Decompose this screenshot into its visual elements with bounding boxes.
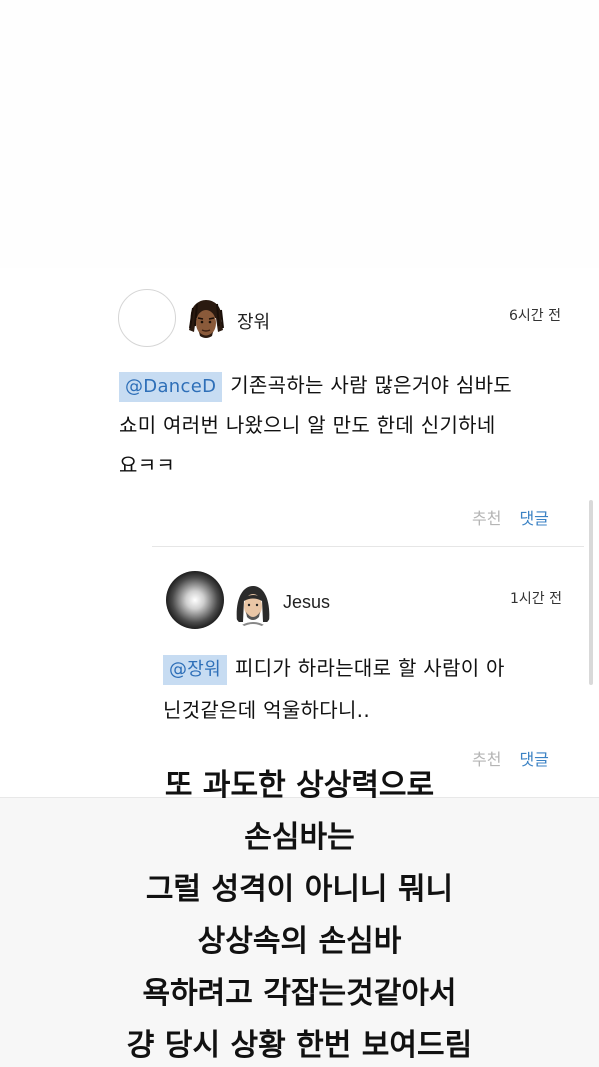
caption-line: 손심바는 [244,820,355,855]
caption-line: 그럴 성격이 아니니 뭐니 [145,872,454,907]
caption-line: 걍 당시 상황 한번 보여드림 [126,1028,473,1063]
comment-text-line: 기존곡하는 사람 많은거야 심바도 [230,373,513,397]
comment-text-line: 닌것같은데 억울하다니.. [163,698,370,722]
recommend-button[interactable]: 추천 [472,509,501,528]
reply-button[interactable]: 댓글 [519,509,548,528]
user-avatar-icon [236,586,270,627]
divider [152,546,584,547]
comment-text-line: 피디가 하라는대로 할 사람이 아 [235,656,505,680]
comment-author[interactable]: Jesus [283,592,330,613]
comment-author[interactable]: 장워 [237,308,270,334]
caption-line: 또 과도한 상상력으로 [164,768,435,803]
comment-text-line: 쇼미 여러번 나왔으니 알 만도 한데 신기하네 [119,413,496,437]
scrollbar[interactable] [589,500,593,685]
comment-body: @장워 피디가 하라는대로 할 사람이 아 닌것같은데 억울하다니.. [163,647,583,731]
mention-tag[interactable]: @장워 [163,655,228,685]
comment-actions: 추천 댓글 [472,505,549,529]
comment-body: @DanceD 기존곡하는 사람 많은거야 심바도 쇼미 여러번 나왔으니 알 만… [119,365,579,485]
profile-ring-avatar[interactable] [118,289,176,347]
comment-timestamp: 1시간 전 [510,591,562,607]
user-avatar-icon [189,300,224,338]
profile-ring-avatar[interactable] [166,571,224,629]
mention-tag[interactable]: @DanceD [119,372,223,402]
comment-timestamp: 6시간 전 [509,308,561,324]
blank-area [0,0,599,268]
comment-text-line: 요ㅋㅋ [119,453,176,477]
story-caption: 또 과도한 상상력으로 손심바는 그럴 성격이 아니니 뭐니 상상속의 손심바 … [0,760,599,1067]
caption-line: 상상속의 손심바 [197,924,402,959]
caption-line: 욕하려고 각잡는것같아서 [142,976,457,1011]
screenshot-page: 장워 6시간 전 @DanceD 기존곡하는 사람 많은거야 심바도 쇼미 여러번… [0,0,599,1067]
